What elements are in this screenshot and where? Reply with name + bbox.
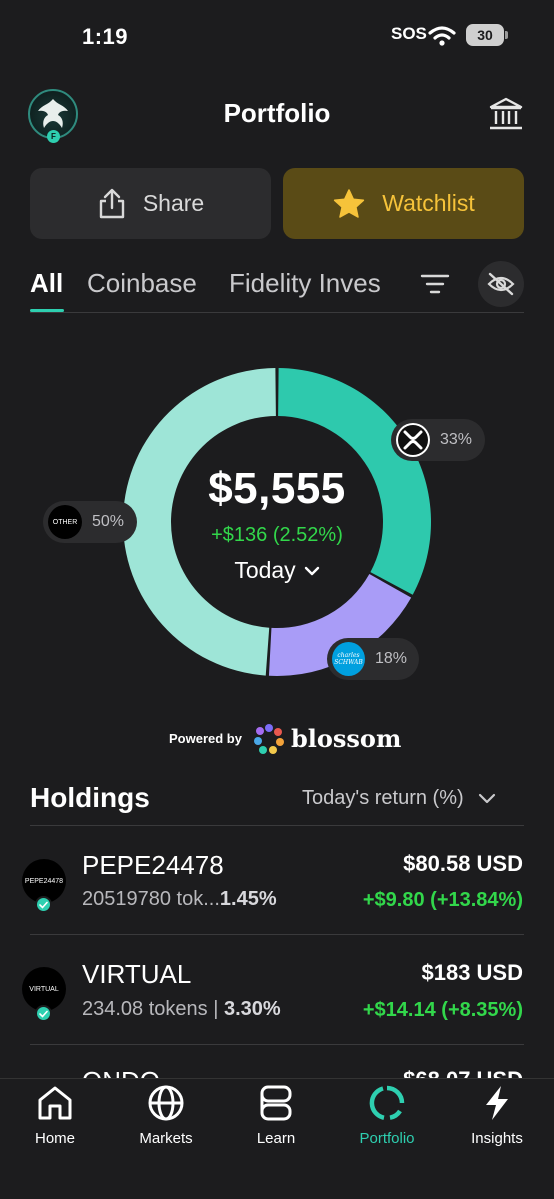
nav-markets[interactable]: Markets bbox=[116, 1084, 216, 1147]
holding-subtitle: 234.08 tokens | 3.30% bbox=[82, 998, 281, 1021]
row-divider bbox=[30, 1044, 524, 1045]
row-divider bbox=[30, 934, 524, 935]
allocation-pill-schwab[interactable]: charles SCHWAB 18% bbox=[327, 638, 419, 680]
period-label: Today bbox=[234, 557, 296, 583]
holding-row[interactable]: PEPE24478 PEPE24478 20519780 tok...1.45%… bbox=[0, 836, 554, 934]
battery-icon: 30 bbox=[466, 24, 504, 46]
globe-icon bbox=[148, 1085, 184, 1121]
holdings-title: Holdings bbox=[30, 782, 150, 813]
allocation-pill-other[interactable]: OTHER 50% bbox=[43, 501, 137, 543]
share-icon bbox=[99, 188, 125, 218]
tab-all[interactable]: All bbox=[30, 268, 63, 299]
nav-label: Insights bbox=[471, 1130, 523, 1147]
nav-insights[interactable]: Insights bbox=[447, 1084, 547, 1147]
battery-level: 30 bbox=[477, 27, 493, 43]
home-icon bbox=[38, 1086, 72, 1120]
avatar-badge: F bbox=[47, 130, 60, 143]
blossom-brand: blossom bbox=[291, 724, 402, 753]
tabs-divider bbox=[30, 312, 524, 313]
holding-amount: 234.08 tokens | bbox=[82, 998, 224, 1020]
allocation-percent: 50% bbox=[92, 513, 125, 530]
allocation-pill-xrp[interactable]: 33% bbox=[391, 419, 485, 461]
nav-label: Learn bbox=[256, 1130, 296, 1147]
allocation-percent: 33% bbox=[440, 431, 473, 448]
share-label: Share bbox=[142, 190, 205, 216]
holding-name: PEPE24478 bbox=[82, 850, 224, 880]
tab-selected-underline bbox=[30, 309, 64, 312]
hide-balance-button[interactable] bbox=[478, 261, 524, 307]
chevron-down-icon bbox=[304, 566, 319, 575]
check-icon bbox=[35, 1005, 52, 1022]
status-time: 1:19 bbox=[82, 24, 129, 49]
tab-coinbase[interactable]: Coinbase bbox=[87, 268, 197, 299]
nav-label: Portfolio bbox=[359, 1130, 415, 1147]
holding-share: 1.45% bbox=[219, 888, 277, 910]
holding-change: +$9.80 (+13.84%) bbox=[362, 889, 523, 911]
period-select[interactable]: Today bbox=[121, 557, 433, 584]
holding-row[interactable]: VIRTUAL VIRTUAL 234.08 tokens | 3.30% $1… bbox=[0, 944, 554, 1042]
nav-portfolio[interactable]: Portfolio bbox=[337, 1084, 437, 1147]
nav-learn[interactable]: Learn bbox=[226, 1084, 326, 1147]
holding-value: $80.58 USD bbox=[403, 851, 523, 876]
eye-off-icon bbox=[487, 272, 515, 296]
blossom-logo-icon bbox=[254, 724, 284, 754]
lightning-icon bbox=[486, 1086, 508, 1120]
wifi-icon bbox=[428, 26, 456, 46]
tab-fidelity[interactable]: Fidelity Inves bbox=[229, 268, 395, 299]
star-icon bbox=[334, 188, 365, 218]
holding-amount: 20519780 tok... bbox=[82, 888, 220, 910]
nav-label: Home bbox=[34, 1130, 75, 1147]
watchlist-button[interactable]: Watchlist bbox=[283, 168, 524, 239]
watchlist-label: Watchlist bbox=[382, 190, 475, 216]
nav-home[interactable]: Home bbox=[5, 1084, 105, 1147]
donut-segment-other[interactable] bbox=[123, 368, 276, 676]
filter-icon[interactable] bbox=[420, 270, 450, 298]
holding-share: 3.30% bbox=[223, 998, 281, 1020]
portfolio-change: +$136 (2.52%) bbox=[211, 524, 343, 546]
portfolio-total: $5,555 bbox=[208, 464, 346, 513]
learn-icon bbox=[260, 1085, 292, 1121]
sort-label: Today's return (%) bbox=[302, 787, 464, 809]
holding-value: $183 USD bbox=[421, 960, 523, 985]
allocation-percent: 18% bbox=[374, 650, 407, 667]
nav-label: Markets bbox=[139, 1130, 193, 1147]
holding-change: +$14.14 (+8.35%) bbox=[362, 999, 523, 1021]
holdings-sort-select[interactable]: Today's return (%) bbox=[302, 787, 496, 810]
battery-nub bbox=[505, 31, 508, 39]
other-logo: OTHER bbox=[48, 505, 82, 539]
home-indicator bbox=[0, 1176, 554, 1199]
chevron-down-icon bbox=[478, 793, 495, 804]
bank-icon[interactable] bbox=[488, 96, 524, 132]
xrp-logo-icon bbox=[396, 423, 430, 457]
share-button[interactable]: Share bbox=[30, 168, 271, 239]
portfolio-ring-icon bbox=[369, 1085, 405, 1120]
allocation-donut bbox=[123, 368, 431, 676]
check-icon bbox=[35, 896, 52, 913]
schwab-logo: charles SCHWAB bbox=[332, 642, 365, 676]
sos-indicator: SOS bbox=[391, 24, 427, 43]
holding-name: VIRTUAL bbox=[82, 959, 192, 989]
page-title: Portfolio bbox=[223, 98, 331, 128]
holding-subtitle: 20519780 tok...1.45% bbox=[82, 888, 277, 911]
holdings-divider bbox=[30, 825, 524, 826]
powered-by-label: Powered by bbox=[169, 731, 242, 746]
